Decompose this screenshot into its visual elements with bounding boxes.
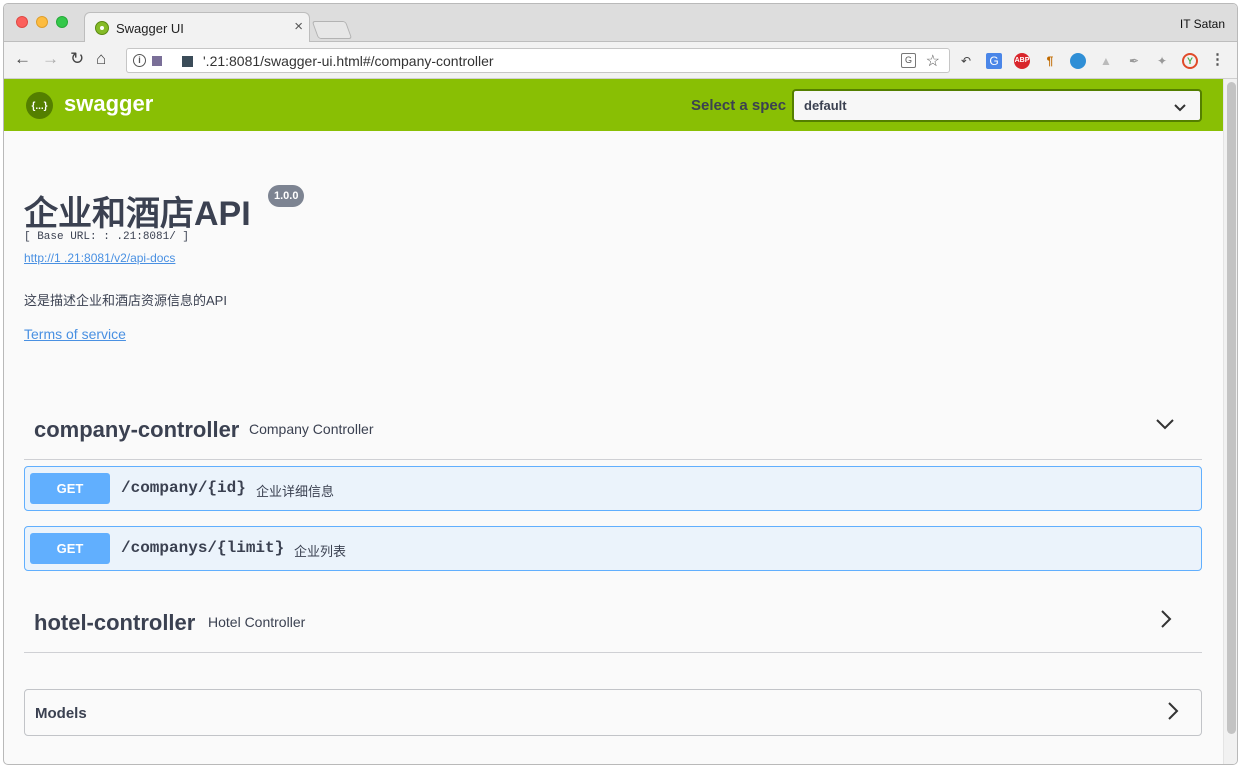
undo-extension-icon[interactable]: ↶ — [958, 53, 974, 69]
tree-extension-icon[interactable]: ▲ — [1098, 53, 1114, 69]
translate-extension-icon[interactable]: G — [986, 53, 1002, 69]
title-bar: Swagger UI × IT Satan — [4, 4, 1237, 43]
http-method-badge: GET — [30, 473, 110, 504]
paragraph-extension-icon[interactable]: ¶ — [1042, 53, 1058, 69]
section-description: Company Controller — [249, 421, 374, 437]
swagger-logo-text[interactable]: swagger — [64, 91, 153, 117]
browser-tab[interactable]: Swagger UI × — [84, 12, 310, 43]
models-section[interactable]: Models — [24, 689, 1202, 736]
api-docs-link[interactable]: http://1 .21:8081/v2/api-docs — [24, 251, 175, 265]
operation-summary: 企业列表 — [294, 544, 347, 559]
browser-toolbar: ← → ↻ ⌂ i '.21:8081/swagger-ui.html#/com… — [4, 42, 1237, 79]
tab-close-icon[interactable]: × — [294, 19, 303, 35]
base-url: [ Base URL: : .21:8081/ ] — [24, 231, 190, 243]
operation-get-companys-limit[interactable]: GET /companys/{limit} 企业列表 — [24, 526, 1202, 571]
http-method-badge: GET — [30, 533, 110, 564]
bird-extension-icon[interactable]: ✦ — [1154, 53, 1170, 69]
section-description: Hotel Controller — [208, 614, 306, 630]
back-icon[interactable]: ← — [14, 50, 31, 68]
site-info-icon[interactable]: i — [133, 54, 146, 67]
home-icon[interactable]: ⌂ — [96, 50, 106, 68]
operation-path: /company/{id} — [121, 479, 246, 497]
minimize-window-button[interactable] — [36, 16, 48, 28]
chevron-right-icon[interactable] — [1167, 702, 1179, 725]
spec-select-label: Select a spec — [691, 97, 787, 114]
close-window-button[interactable] — [16, 16, 28, 28]
swagger-favicon-icon — [95, 21, 109, 35]
spec-select-value: default — [804, 98, 847, 113]
tab-title: Swagger UI — [116, 21, 184, 36]
api-description: 这是描述企业和酒店资源信息的API — [24, 293, 227, 308]
operation-get-company-id[interactable]: GET /company/{id} 企业详细信息 — [24, 466, 1202, 511]
pen-extension-icon[interactable]: ✒ — [1126, 53, 1142, 69]
browser-menu-icon[interactable]: ⋮ — [1210, 52, 1225, 68]
url-text[interactable]: '.21:8081/swagger-ui.html#/company-contr… — [203, 53, 494, 69]
adblock-icon[interactable]: ABP — [1014, 53, 1030, 69]
section-name[interactable]: company-controller — [34, 417, 239, 443]
scrollbar-thumb[interactable] — [1227, 82, 1236, 734]
operation-path: /companys/{limit} — [121, 539, 285, 557]
api-title: 企业和酒店API — [24, 195, 251, 233]
swagger-topbar: {...} swagger Select a spec default — [4, 79, 1223, 131]
spec-select[interactable]: default — [792, 89, 1202, 122]
page-scrollbar[interactable] — [1223, 79, 1237, 764]
swagger-logo-icon[interactable]: {...} — [26, 92, 53, 119]
redacted-block — [152, 56, 162, 66]
address-bar[interactable]: i '.21:8081/swagger-ui.html#/company-con… — [126, 48, 950, 73]
terms-of-service-link[interactable]: Terms of service — [24, 326, 126, 342]
translate-icon[interactable]: G — [901, 53, 916, 68]
operation-summary: 企业详细信息 — [256, 484, 335, 499]
section-name[interactable]: hotel-controller — [34, 610, 195, 636]
maximize-window-button[interactable] — [56, 16, 68, 28]
swagger-logo-glyph: {...} — [31, 101, 47, 112]
browser-window: Swagger UI × IT Satan ← → ↻ ⌂ i '.21:808… — [3, 3, 1238, 765]
section-hotel-controller[interactable]: hotel-controller Hotel Controller — [24, 590, 1202, 653]
redacted-block — [182, 56, 193, 67]
chevron-down-icon[interactable] — [1156, 417, 1174, 435]
reload-icon[interactable]: ↻ — [70, 50, 84, 68]
new-tab-button[interactable] — [311, 21, 353, 39]
models-title[interactable]: Models — [35, 705, 87, 722]
profile-name[interactable]: IT Satan — [1180, 17, 1225, 31]
section-company-controller[interactable]: company-controller Company Controller — [24, 397, 1202, 460]
bookmark-star-icon[interactable]: ☆ — [926, 51, 940, 71]
version-badge: 1.0.0 — [268, 185, 305, 207]
globe-extension-icon[interactable] — [1070, 53, 1086, 69]
y-extension-icon[interactable]: Y — [1182, 53, 1198, 69]
forward-icon[interactable]: → — [42, 50, 59, 68]
chevron-right-icon[interactable] — [1160, 610, 1172, 633]
chevron-down-icon — [1174, 100, 1186, 118]
